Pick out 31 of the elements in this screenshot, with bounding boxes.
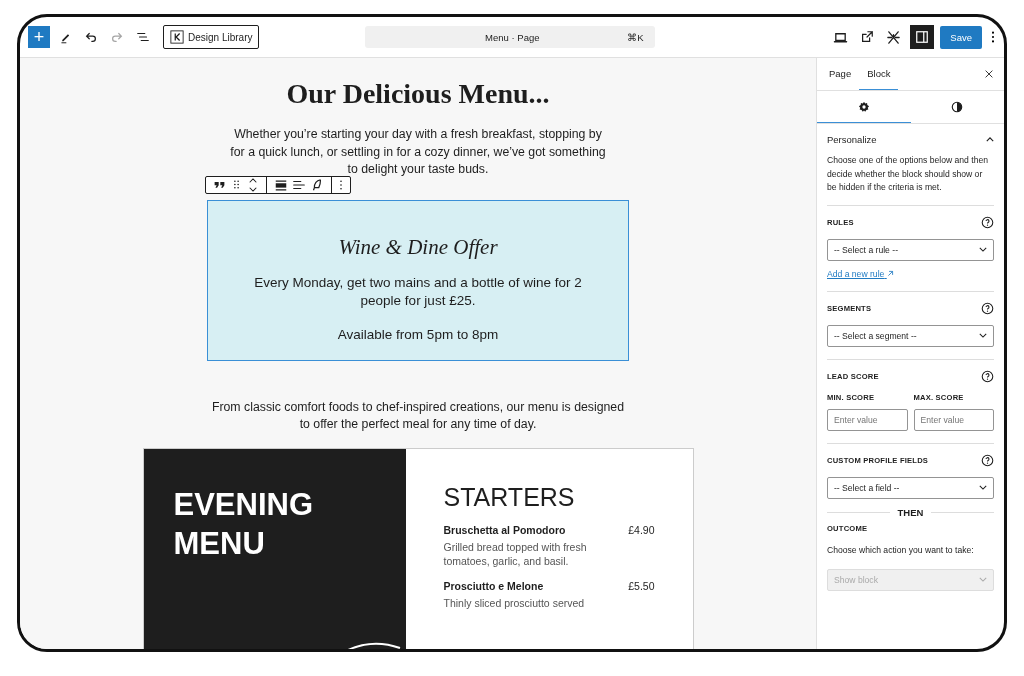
intro-paragraph: Whether you’re starting your day with a fresh breakfast, stopping by for a quick lunch, or settling in for a cozy dinner, we’ve got something to delight your taste buds. — [229, 126, 607, 178]
outcome-hint: Choose which action you want to take: — [827, 544, 975, 555]
add-rule-link[interactable]: Add a new rule — [827, 268, 894, 279]
offer-text: Every Monday, get two mains and a bottle of wine for 2 people for just £25. — [253, 273, 583, 310]
offer-block[interactable]: Wine & Dine Offer Every Monday, get two mains and a bottle of wine for 2 people for just £25. Available from 5pm to 8pm — [207, 199, 629, 361]
command-bar[interactable]: Menu · Page ⌘K — [365, 26, 656, 48]
offer-title: Wine & Dine Offer — [338, 234, 498, 260]
then-divider-label: THEN — [897, 506, 924, 518]
offer-text: Available from 5pm to 8pm — [336, 325, 500, 344]
select-dropdown[interactable]: -- Select a field -- — [827, 476, 994, 499]
sidebar-tab[interactable]: Page — [821, 58, 860, 90]
sidebar-tab[interactable]: Block — [859, 58, 899, 90]
select-dropdown[interactable]: -- Select a segment -- — [827, 324, 994, 347]
menu-heading: EVENING MENU — [173, 485, 315, 563]
add-block-button[interactable]: + — [28, 26, 50, 48]
dish-price: £5.50 — [628, 579, 655, 592]
section-heading: STARTERS — [443, 482, 576, 512]
panel-description: Choose one of the options below and then decide whether the block should show or be hidden if the criteria is met. — [827, 154, 989, 194]
score-input[interactable]: Enter value — [827, 408, 908, 431]
outro-paragraph: From classic comfort foods to chef-inspired creations, our menu is designed to offer the perfect meal for any time of day. — [210, 398, 626, 433]
panel-header[interactable]: Personalize — [827, 124, 994, 154]
dish-price: £4.90 — [628, 523, 655, 536]
page-title: Our Delicious Menu... — [286, 78, 550, 110]
dish-description: Grilled bread topped with fresh tomatoes, garlic, and basil. — [443, 539, 588, 568]
dish-name: Bruschetta al Pomodoro — [443, 523, 566, 536]
score-input[interactable]: Enter value — [913, 408, 994, 431]
dish-description: Thinly sliced prosciutto served — [443, 595, 586, 610]
save-button[interactable]: Save — [940, 25, 982, 49]
dish-name: Prosciutto e Melone — [443, 579, 544, 592]
design-library-button[interactable]: Design Library — [163, 25, 260, 49]
select-dropdown[interactable]: -- Select a rule -- — [827, 238, 994, 261]
